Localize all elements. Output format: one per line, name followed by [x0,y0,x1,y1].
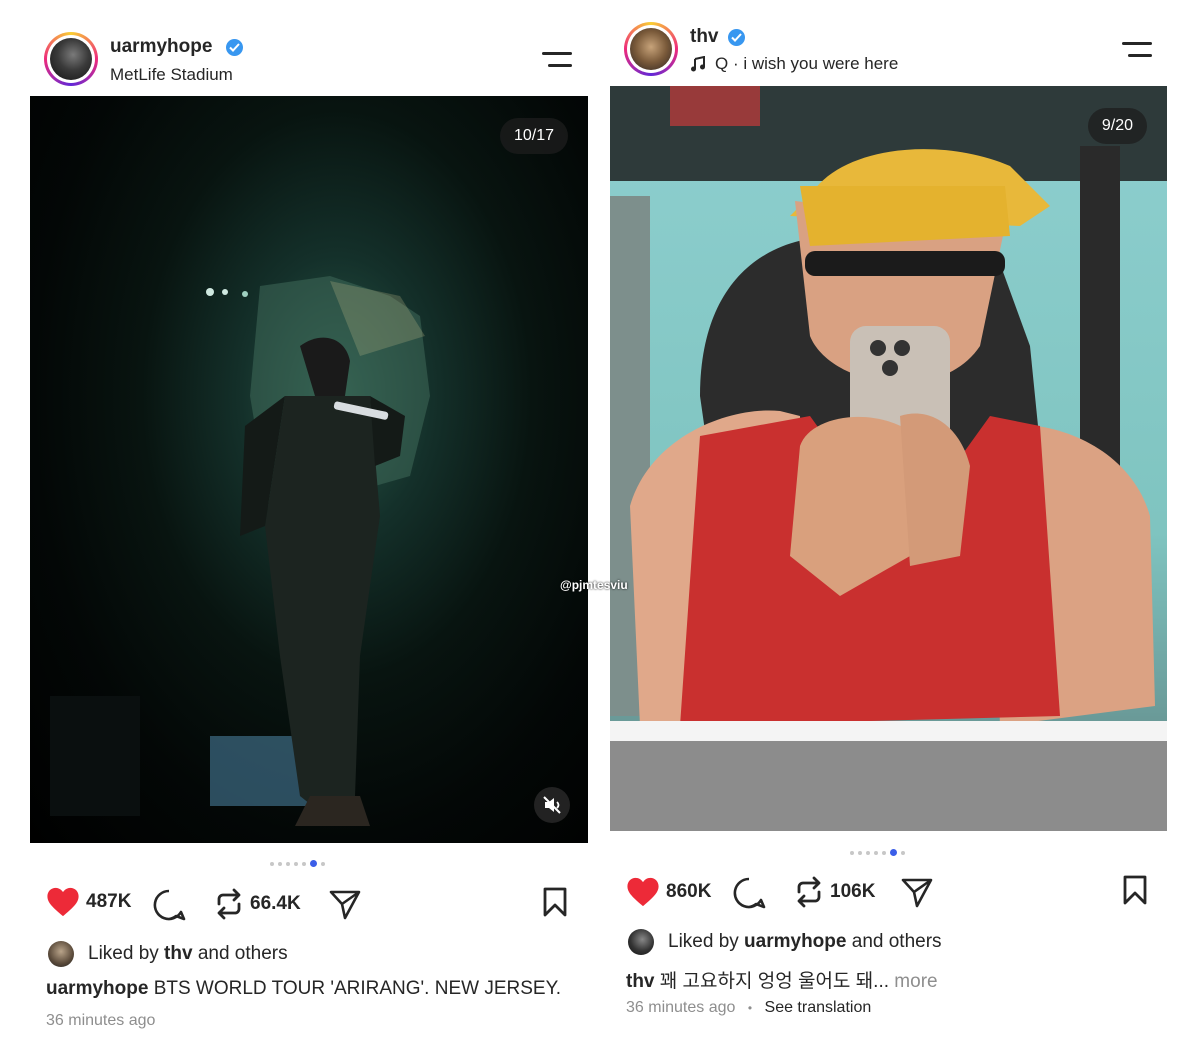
concert-scene [50,276,430,826]
username[interactable]: uarmyhope [110,36,212,58]
share-icon [329,890,361,920]
bookmark-icon [543,887,567,917]
liked-by-avatar [48,941,74,967]
share-button[interactable] [328,888,362,920]
liked-by-suffix: and others [192,943,288,964]
verified-icon [226,39,243,56]
like-button[interactable]: 860K [626,876,711,908]
repost-icon [217,888,241,920]
carousel-dot [901,850,905,855]
post-image[interactable]: 9/20 [610,86,1167,831]
liked-by-user[interactable]: thv [164,943,193,965]
share-icon [901,878,933,908]
caption-username[interactable]: uarmyhope [46,978,148,999]
repost-count[interactable]: 106K [830,881,875,903]
location-label[interactable]: MetLife Stadium [110,65,233,85]
verified-icon [728,29,745,46]
comment-icon [153,889,186,921]
carousel-dot [294,861,298,866]
caption-username[interactable]: thv [626,971,655,992]
mute-icon[interactable] [534,787,570,823]
post-image[interactable]: 10/17 [30,96,588,843]
repost-count[interactable]: 66.4K [250,893,301,915]
bookmark-button[interactable] [542,886,568,918]
carousel-dot [874,850,878,855]
menu-icon[interactable] [542,50,572,70]
music-info[interactable]: Q · i wish you were here [690,54,898,74]
carousel-dot-active [890,849,897,856]
caption-text: BTS WORLD TOUR 'ARIRANG'. NEW JERSEY. [148,978,562,999]
liked-by-prefix: Liked by [88,943,165,964]
carousel-dot [278,861,282,866]
watermark: @pjmtesviu [560,578,628,592]
carousel-counter: 9/20 [1087,108,1147,144]
post-time-row: 36 minutes ago • See translation [626,999,871,1017]
heart-icon [47,887,79,917]
more-link[interactable]: more [889,971,937,992]
see-translation-link[interactable]: See translation [765,999,872,1016]
avatar[interactable] [44,32,98,86]
gym-mirror-selfie [610,86,1167,831]
music-note-icon [691,56,705,72]
caption-text: 꽤 고요하지 엉엉 울어도 돼... [654,971,890,992]
music-label: Q · i wish you were here [715,54,899,73]
comment-button[interactable] [152,888,186,922]
like-count[interactable]: 860K [666,881,711,903]
username[interactable]: thv [690,26,719,48]
caption: thv 꽤 고요하지 엉엉 울어도 돼... more [626,966,938,993]
liked-by-user[interactable]: uarmyhope [744,931,846,953]
carousel-dot [286,861,290,866]
liked-by-suffix: and others [846,931,942,952]
like-button[interactable]: 487K [46,886,131,918]
carousel-dot [302,861,306,866]
carousel-dot [858,850,862,855]
liked-by[interactable]: Liked by uarmyhope and others [628,929,942,955]
post-time: 36 minutes ago [626,999,736,1016]
comment-icon [733,877,766,909]
repost-icon [797,876,821,908]
repost-button[interactable]: 66.4K [214,888,301,920]
carousel-dot [882,850,886,855]
liked-by-avatar [628,929,654,955]
carousel-dot [850,850,854,855]
carousel-dot [270,861,274,866]
bookmark-button[interactable] [1122,874,1148,906]
carousel-dots [270,860,325,867]
liked-by-prefix: Liked by [668,931,745,952]
heart-icon [627,877,659,907]
like-count[interactable]: 487K [86,891,131,913]
carousel-dot-active [310,860,317,867]
share-button[interactable] [900,876,934,908]
comment-button[interactable] [732,876,766,910]
menu-icon[interactable] [1122,40,1152,60]
carousel-dots [850,849,905,856]
bookmark-icon [1123,875,1147,905]
repost-button[interactable]: 106K [794,876,875,908]
carousel-dot [321,861,325,866]
carousel-counter: 10/17 [499,118,568,154]
post-time: 36 minutes ago [46,1012,156,1029]
caption: uarmyhope BTS WORLD TOUR 'ARIRANG'. NEW … [46,978,561,1000]
avatar[interactable] [624,22,678,76]
carousel-dot [866,850,870,855]
liked-by[interactable]: Liked by thv and others [48,941,288,967]
separator-dot: • [747,1001,753,1015]
